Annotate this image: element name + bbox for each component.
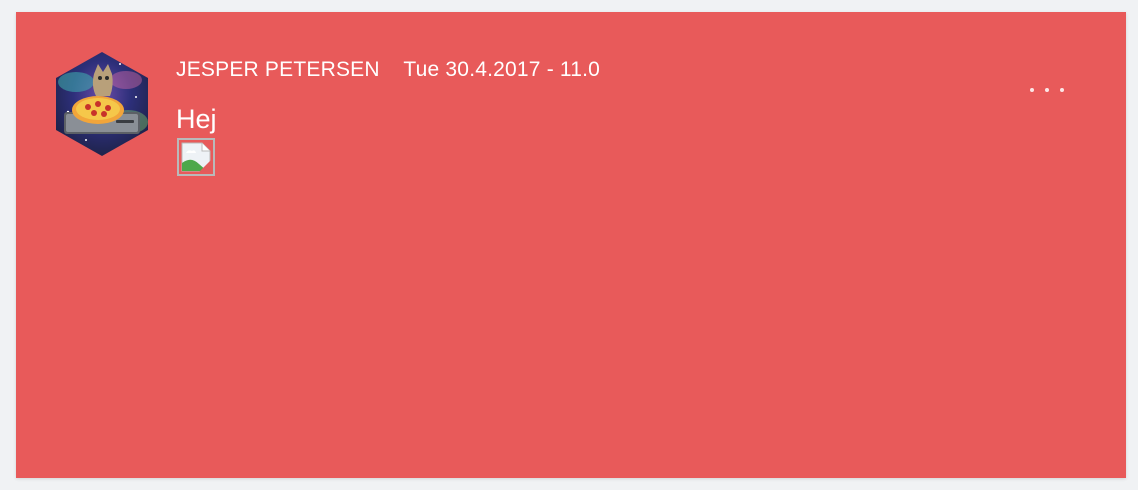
post-card: JESPER PETERSEN Tue 30.4.2017 - 11.0 Hej <box>16 12 1126 478</box>
more-options-icon <box>1060 88 1064 92</box>
avatar[interactable] <box>56 52 148 156</box>
author-name[interactable]: JESPER PETERSEN <box>176 58 380 81</box>
more-options-icon <box>1030 88 1034 92</box>
post-timestamp: Tue 30.4.2017 - 11.0 <box>403 58 601 81</box>
post-text: Hej <box>176 104 217 134</box>
more-options-button[interactable] <box>1030 82 1064 98</box>
broken-image-icon[interactable] <box>177 138 215 176</box>
post-header: JESPER PETERSEN Tue 30.4.2017 - 11.0 <box>176 58 600 82</box>
more-options-icon <box>1045 88 1049 92</box>
